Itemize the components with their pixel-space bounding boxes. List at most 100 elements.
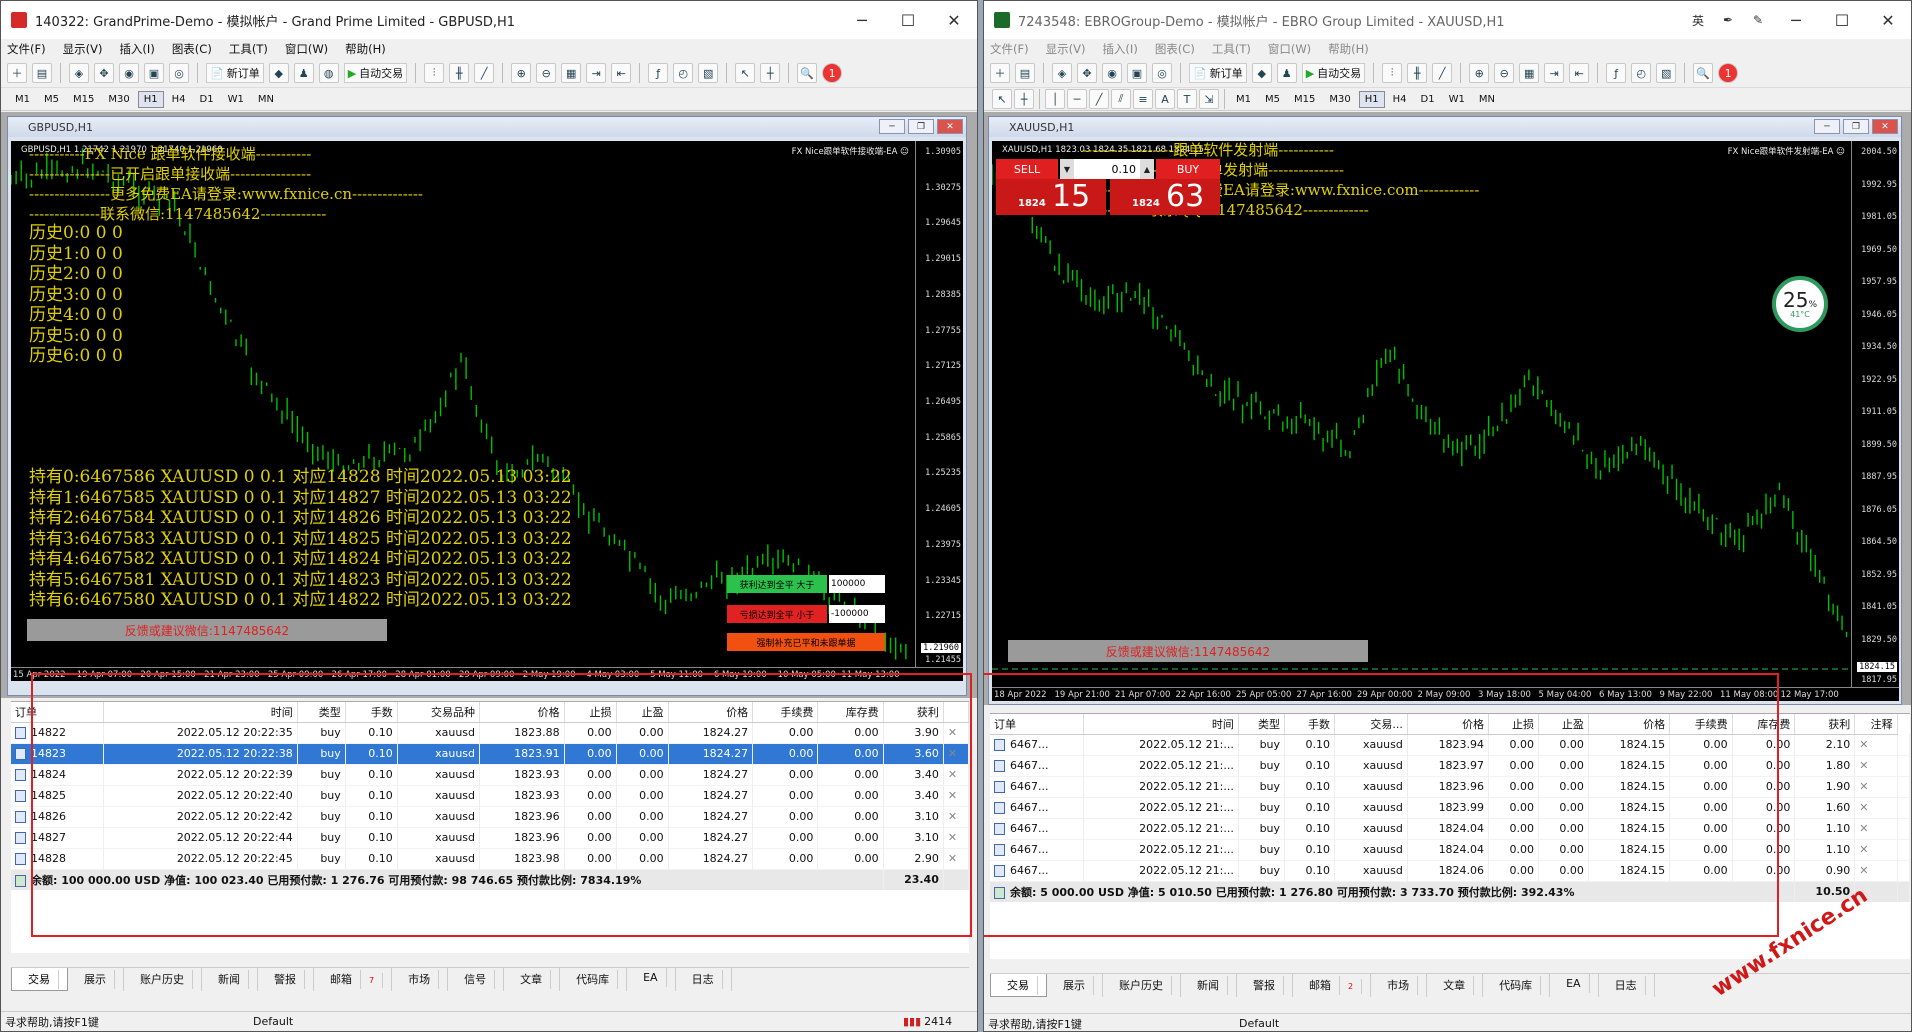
search-icon[interactable]: 🔍 [1693,63,1714,83]
lot-up-icon[interactable]: ▲ [1140,159,1154,179]
zoom-in-icon[interactable]: ⊕ [511,63,532,83]
column-header[interactable]: 类型 [1238,714,1286,735]
column-header[interactable]: 订单 [11,702,104,723]
cursor-icon[interactable]: ↖ [735,63,756,83]
periods-icon[interactable]: ◴ [673,63,694,83]
column-header[interactable]: 交易品种 [397,702,481,723]
signals-icon[interactable]: ◍ [318,63,339,83]
tile-windows-icon[interactable]: ▦ [1519,63,1540,83]
tab-item[interactable]: 邮箱 2 [1293,974,1372,997]
tab-item[interactable]: 警报 [258,968,314,991]
tab-item[interactable]: 日志 [676,968,732,991]
tab-item[interactable]: 代码库 [1483,974,1551,997]
zoom-in-icon[interactable]: ⊕ [1469,63,1490,83]
table-row[interactable]: 14825 2022.05.12 20:22:40 buy 0.10 xauusd 182… [11,785,970,807]
terminal-icon[interactable]: ▣ [144,63,164,83]
menu-file[interactable]: 文件(F) [990,41,1029,57]
menu-view[interactable]: 显示(V) [63,41,103,57]
table-row[interactable]: 14828 2022.05.12 20:22:45 buy 0.10 xauusd 182… [11,848,970,870]
tf-h4[interactable]: H4 [1387,91,1413,108]
tf-m5[interactable]: M5 [1259,91,1286,108]
column-header[interactable]: 时间 [1083,714,1239,735]
channel-icon[interactable]: ⫽ [1111,89,1131,109]
close-icon[interactable]: ✕ [931,1,977,39]
lot-size-input[interactable]: 0.10 [1074,159,1140,179]
tf-mn[interactable]: MN [252,91,280,108]
table-row[interactable]: 6467... 2022.05.12 21:... buy 0.10 xauusd 182… [990,755,1911,777]
tf-m15[interactable]: M15 [1288,91,1321,108]
templates-icon[interactable]: ▧ [1656,63,1677,83]
column-header[interactable]: 获利 [883,702,944,723]
tab-item[interactable]: 交易 [11,968,68,991]
menu-help[interactable]: 帮助(H) [1328,41,1369,57]
data-window-icon[interactable]: ◉ [119,63,139,83]
close-order-icon[interactable]: ✕ [1859,843,1868,856]
tf-m30[interactable]: M30 [102,91,135,108]
line-chart-icon[interactable]: ╱ [1432,63,1453,83]
force-supplement-button[interactable]: 强制补充已平和未跟单据 [727,633,885,651]
terminal-icon[interactable]: ▣ [1127,63,1147,83]
sell-price-box[interactable]: 1824 15 [996,179,1106,215]
column-header[interactable]: 注释 [1854,714,1898,735]
auto-trading-button[interactable]: ▶ 自动交易 [343,63,408,83]
close-order-icon[interactable]: ✕ [948,747,957,760]
chart-shift-icon[interactable]: ⇤ [1569,63,1590,83]
bar-chart-icon[interactable]: ⫶ [1382,63,1403,83]
tab-item[interactable]: 邮箱 7 [314,968,393,991]
chart-minimize-icon[interactable]: ─ [1814,119,1840,134]
minimize-icon[interactable]: ─ [839,1,885,39]
zoom-out-icon[interactable]: ⊖ [536,63,557,83]
fibonacci-icon[interactable]: ≡ [1133,89,1153,109]
buy-price-box[interactable]: 1824 63 [1110,179,1220,215]
chart-close-icon[interactable]: ✕ [1872,119,1898,134]
tile-windows-icon[interactable]: ▦ [561,63,582,83]
tf-m1[interactable]: M1 [9,91,36,108]
tab-item[interactable]: 展示 [1047,974,1103,997]
close-order-icon[interactable]: ✕ [948,726,957,739]
periods-icon[interactable]: ◴ [1631,63,1652,83]
close-order-icon[interactable]: ✕ [1859,759,1868,772]
notification-icon[interactable]: 1 [822,63,843,83]
market-watch-icon[interactable]: ◈ [1052,63,1072,83]
tf-m15[interactable]: M15 [67,91,100,108]
autoscroll-icon[interactable]: ⇥ [1544,63,1565,83]
arrows-icon[interactable]: ⇲ [1199,89,1219,109]
lot-dropdown-icon[interactable]: ▼ [1060,159,1074,179]
tf-h4[interactable]: H4 [166,91,192,108]
left-price-chart[interactable]: GBPUSD,H1 1.21742 1.21970 1.21740 1.2196… [11,141,963,681]
column-header[interactable]: 止盈 [616,702,669,723]
new-order-button[interactable]: 📄 新订单 [206,63,264,83]
close-order-icon[interactable]: ✕ [948,768,957,781]
autoscroll-icon[interactable]: ⇥ [586,63,607,83]
close-order-icon[interactable]: ✕ [1859,864,1868,877]
column-header[interactable]: 库存费 [1732,714,1796,735]
column-header[interactable]: 交易... [1334,714,1408,735]
table-row[interactable]: 6467... 2022.05.12 21:... buy 0.10 xauusd 182… [990,818,1911,840]
close-icon[interactable]: ✕ [1865,1,1911,39]
column-header[interactable]: 价格 [668,702,754,723]
candlestick-icon[interactable]: ╫ [1407,63,1428,83]
profiles-icon[interactable]: ▤ [32,63,52,83]
menu-window[interactable]: 窗口(W) [285,41,328,57]
sell-button[interactable]: SELL [996,159,1058,179]
meta-editor-icon[interactable]: ◆ [1251,63,1272,83]
market-watch-icon[interactable]: ◈ [69,63,89,83]
new-order-button[interactable]: 📄 新订单 [1189,63,1247,83]
menu-insert[interactable]: 插入(I) [1102,41,1137,57]
table-row[interactable]: 14826 2022.05.12 20:22:42 buy 0.10 xauusd 182… [11,806,970,828]
text-icon[interactable]: A [1155,89,1175,109]
tf-d1[interactable]: D1 [1415,91,1441,108]
menu-window[interactable]: 窗口(W) [1268,41,1311,57]
auto-trading-button[interactable]: ▶ 自动交易 [1301,63,1366,83]
chart-restore-icon[interactable]: ❐ [1843,119,1869,134]
new-chart-icon[interactable]: ＋ [7,63,27,83]
column-header[interactable]: 手续费 [1669,714,1733,735]
tf-h1[interactable]: H1 [137,90,164,108]
tab-item[interactable]: 展示 [68,968,124,991]
tab-item[interactable]: 文章 [504,968,561,991]
menu-charts[interactable]: 图表(C) [172,41,212,57]
tf-m1[interactable]: M1 [1230,91,1257,108]
tab-item[interactable]: EA [1550,974,1599,997]
navigator-icon[interactable]: ✥ [1077,63,1097,83]
table-row[interactable]: 14822 2022.05.12 20:22:35 buy 0.10 xauusd 182… [11,722,970,744]
